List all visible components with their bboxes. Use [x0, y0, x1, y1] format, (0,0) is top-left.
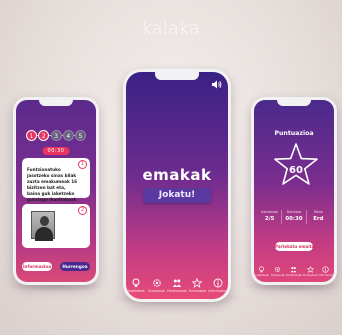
nav-item-settings[interactable]: Ezarpenak	[148, 278, 166, 293]
nav-label: Ezarpenak	[271, 274, 285, 277]
nav-label: Emakumeak	[167, 289, 187, 293]
image-card[interactable]: 2	[22, 204, 90, 248]
stat-value: Erd	[313, 216, 324, 222]
score-title: Puntuazioa	[274, 130, 314, 137]
phone-notch	[155, 72, 199, 80]
phone-home-screen: emakak Jokatu! Argibideak Ezarpenak Emak…	[123, 69, 231, 302]
nav-label: Emakumeak	[285, 274, 303, 277]
stat-correct: Asmatuak 2/5	[258, 210, 281, 224]
nav-item-instructions[interactable]: Argibideak	[127, 278, 145, 293]
step-indicator: 3	[50, 130, 62, 141]
nav-item-score[interactable]: Puntuazioa	[188, 278, 206, 293]
phone-notch	[39, 100, 73, 106]
bottom-nav: Argibideak Ezarpenak Emakumeak Puntuazio…	[126, 275, 228, 299]
nav-label: Puntuazioa	[188, 289, 207, 293]
people-icon	[291, 267, 297, 273]
bottom-nav: Argibideak Ezarpenak Emakumeak Puntuazio…	[254, 264, 334, 282]
bulb-icon	[132, 278, 140, 287]
stat-time: Denbora 00:30	[282, 210, 305, 224]
card-number: 1	[78, 160, 87, 169]
stats-row: Asmatuak 2/5 Denbora 00:30 Maila Erd	[258, 210, 330, 224]
info-button[interactable]: Informazioa	[22, 262, 52, 271]
portrait-body	[35, 227, 53, 241]
phone-notch	[277, 100, 311, 106]
progress-steps: 1 2 3 4 5	[26, 130, 86, 141]
info-icon	[322, 266, 330, 273]
star-icon	[192, 278, 203, 288]
settings-icon	[275, 266, 281, 273]
step-indicator: 1	[26, 130, 37, 141]
card-number: 2	[78, 206, 87, 215]
nav-label: Argibideak	[255, 274, 269, 277]
bulb-icon	[259, 266, 265, 273]
nav-label: Informazioa	[208, 289, 228, 293]
step-indicator: 5	[75, 130, 86, 141]
nav-item-info[interactable]: Informazioa	[208, 278, 228, 293]
stat-label: Denbora	[286, 210, 302, 214]
kalaka-logo: kalaka	[141, 19, 201, 39]
nav-label: Informazioa	[318, 274, 334, 277]
info-icon	[213, 278, 223, 288]
share-button[interactable]: Partekatu emaitza	[275, 242, 317, 251]
next-button[interactable]: Hurrengoa	[60, 262, 90, 271]
nav-item-women[interactable]: Emakumeak	[167, 278, 187, 293]
settings-icon	[152, 279, 161, 287]
phone-question-screen: 1 2 3 4 5 00:30 1 Funtzionatuko jasotzek…	[13, 97, 99, 285]
people-icon	[172, 279, 181, 287]
nav-item-instructions[interactable]: Argibideak	[254, 266, 270, 277]
stat-label: Asmatuak	[261, 210, 279, 214]
nav-label: Ezarpenak	[148, 289, 165, 293]
nav-label: Puntuazioa	[302, 274, 318, 277]
nav-item-women[interactable]: Emakumeak	[286, 266, 302, 277]
score-screen: Puntuazioa 60 Asmatuak 2/5 Denbora 00:30…	[254, 100, 334, 282]
nav-item-settings[interactable]: Ezarpenak	[270, 266, 286, 277]
speaker-icon[interactable]	[212, 80, 222, 89]
nav-label: Argibideak	[127, 289, 145, 293]
question-text: Funtzionatuko jasotzeko sinas bilak zuzt…	[27, 167, 78, 202]
phone-score-screen: Puntuazioa 60 Asmatuak 2/5 Denbora 00:30…	[251, 97, 337, 285]
nav-item-score[interactable]: Puntuazioa	[302, 266, 318, 277]
stat-label: Maila	[313, 210, 323, 214]
question-screen: 1 2 3 4 5 00:30 1 Funtzionatuko jasotzek…	[16, 100, 96, 282]
nav-item-info[interactable]: Informazioa	[318, 266, 334, 277]
score-value: 60	[289, 165, 303, 176]
portrait-head	[40, 216, 49, 226]
timer-badge: 00:30	[42, 147, 70, 155]
stat-level: Maila Erd	[307, 210, 330, 224]
woman-portrait-image	[31, 211, 55, 241]
question-card[interactable]: 1 Funtzionatuko jasotzeko sinas bilak zu…	[22, 158, 90, 202]
step-indicator: 2	[38, 130, 50, 141]
app-title: emakak	[142, 166, 212, 184]
play-button[interactable]: Jokatu!	[143, 188, 211, 203]
stat-value: 00:30	[285, 216, 303, 222]
stat-value: 2/5	[264, 216, 275, 222]
star-icon	[306, 266, 314, 273]
step-indicator: 4	[62, 130, 74, 141]
home-screen: emakak Jokatu! Argibideak Ezarpenak Emak…	[126, 72, 228, 299]
